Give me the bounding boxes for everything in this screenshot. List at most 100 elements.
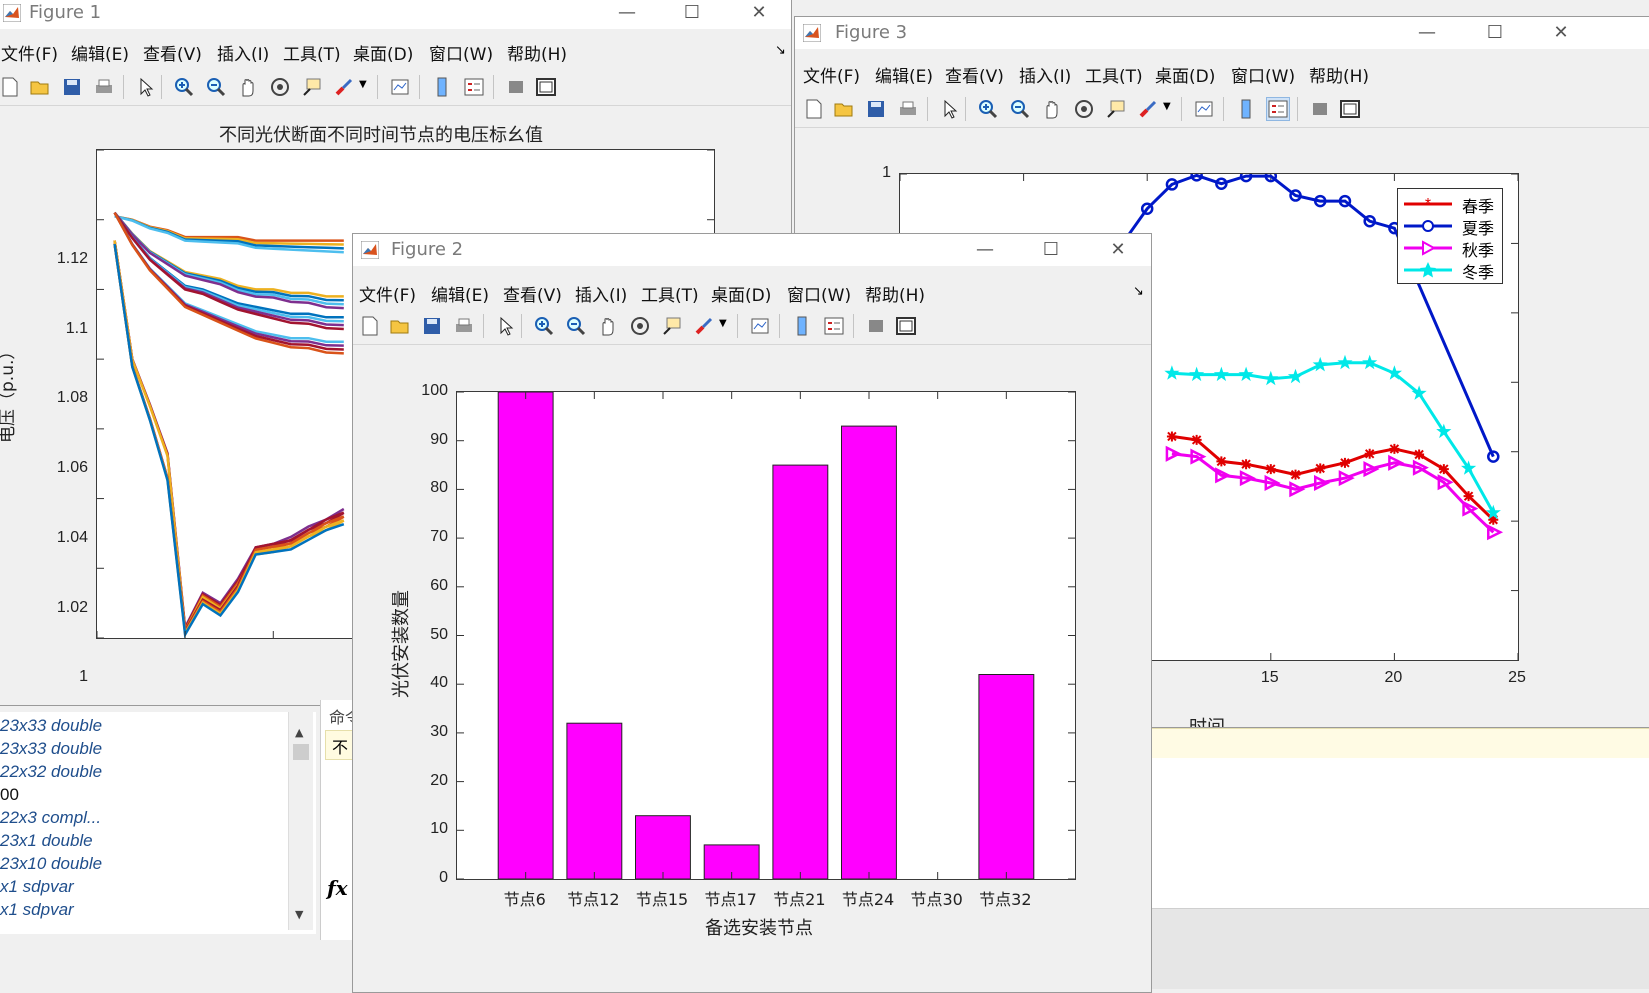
menu-view[interactable]: 查看(V) [945, 62, 1004, 87]
figure3-titlebar[interactable]: Figure 3 — ☐ ✕ [795, 17, 1649, 49]
minimize-button[interactable]: — [1415, 21, 1439, 45]
data-cursor-icon[interactable] [301, 76, 323, 98]
data-cursor-icon[interactable] [661, 315, 683, 337]
new-file-icon[interactable] [803, 98, 825, 120]
menu-desktop[interactable]: 桌面(D) [1155, 62, 1215, 87]
scroll-down-icon[interactable]: ▼ [295, 908, 303, 921]
new-file-icon[interactable] [0, 76, 21, 98]
minimize-button[interactable]: — [615, 1, 639, 25]
menu-edit[interactable]: 编辑(E) [875, 62, 933, 87]
zoom-out-icon[interactable] [565, 315, 587, 337]
menu-help[interactable]: 帮助(H) [507, 40, 567, 65]
menu-tools[interactable]: 工具(T) [1085, 62, 1143, 87]
menu-tools[interactable]: 工具(T) [283, 40, 341, 65]
pointer-icon[interactable] [495, 315, 517, 337]
print-icon[interactable] [897, 98, 919, 120]
zoom-in-icon[interactable] [173, 76, 195, 98]
pointer-icon[interactable] [939, 98, 961, 120]
menu-edit[interactable]: 编辑(E) [71, 40, 129, 65]
menu-window[interactable]: 窗口(W) [429, 40, 493, 65]
new-file-icon[interactable] [359, 315, 381, 337]
menu-insert[interactable]: 插入(I) [217, 40, 269, 65]
menu-help[interactable]: 帮助(H) [865, 281, 925, 306]
menu-insert[interactable]: 插入(I) [575, 281, 627, 306]
data-cursor-icon[interactable] [1105, 98, 1127, 120]
scroll-up-icon[interactable]: ▲ [295, 726, 303, 739]
brush-icon[interactable] [333, 76, 355, 98]
workspace-scrollbar[interactable]: ▲ ▼ [288, 712, 313, 930]
menu-insert[interactable]: 插入(I) [1019, 62, 1071, 87]
save-icon[interactable] [61, 76, 83, 98]
workspace-row[interactable]: 22x3 compl... [0, 808, 101, 828]
maximize-button[interactable]: ☐ [1039, 238, 1063, 262]
pan-hand-icon[interactable] [1041, 98, 1063, 120]
workspace-row[interactable]: 23x33 double [0, 739, 102, 759]
print-icon[interactable] [93, 76, 115, 98]
minimize-button[interactable]: — [973, 238, 997, 262]
menu-desktop[interactable]: 桌面(D) [711, 281, 771, 306]
menu-help[interactable]: 帮助(H) [1309, 62, 1369, 87]
close-button[interactable]: ✕ [747, 1, 771, 25]
workspace-row[interactable]: 22x32 double [0, 762, 102, 782]
workspace-row[interactable]: x1 sdpvar [0, 877, 74, 897]
zoom-in-icon[interactable] [533, 315, 555, 337]
colorbar-icon[interactable] [431, 76, 453, 98]
colorbar-icon[interactable] [1235, 98, 1257, 120]
dock-figure-icon[interactable] [535, 76, 557, 98]
colorbar-icon[interactable] [791, 315, 813, 337]
rotate-3d-icon[interactable] [1073, 98, 1095, 120]
hide-tools-icon[interactable] [865, 315, 887, 337]
rotate-3d-icon[interactable] [269, 76, 291, 98]
brush-dropdown-icon[interactable]: ▼ [1163, 101, 1171, 112]
hide-tools-icon[interactable] [1309, 98, 1331, 120]
save-icon[interactable] [421, 315, 443, 337]
figure2-titlebar[interactable]: Figure 2 — ☐ ✕ [353, 234, 1151, 266]
brush-dropdown-icon[interactable]: ▼ [359, 79, 367, 90]
rotate-3d-icon[interactable] [629, 315, 651, 337]
maximize-button[interactable]: ☐ [1483, 21, 1507, 45]
open-folder-icon[interactable] [29, 76, 51, 98]
brush-icon[interactable] [693, 315, 715, 337]
menu-file[interactable]: 文件(F) [803, 62, 860, 87]
close-button[interactable]: ✕ [1549, 21, 1573, 45]
workspace-row[interactable]: 23x10 double [0, 854, 102, 874]
pan-hand-icon[interactable] [597, 315, 619, 337]
maximize-button[interactable]: ☐ [680, 1, 704, 25]
link-plot-icon[interactable] [389, 76, 411, 98]
open-folder-icon[interactable] [833, 98, 855, 120]
menu-edit[interactable]: 编辑(E) [431, 281, 489, 306]
menu-file[interactable]: 文件(F) [1, 40, 58, 65]
zoom-out-icon[interactable] [1009, 98, 1031, 120]
menu-view[interactable]: 查看(V) [143, 40, 202, 65]
print-icon[interactable] [453, 315, 475, 337]
menu-tools[interactable]: 工具(T) [641, 281, 699, 306]
menu-view[interactable]: 查看(V) [503, 281, 562, 306]
close-button[interactable]: ✕ [1106, 238, 1130, 262]
scroll-thumb[interactable] [293, 744, 309, 760]
hide-tools-icon[interactable] [505, 76, 527, 98]
brush-icon[interactable] [1137, 98, 1159, 120]
brush-dropdown-icon[interactable]: ▼ [719, 318, 727, 329]
dock-figure-icon[interactable] [895, 315, 917, 337]
figure2-axes[interactable] [456, 391, 1076, 880]
dock-figure-icon[interactable] [1339, 98, 1361, 120]
menu-desktop[interactable]: 桌面(D) [353, 40, 413, 65]
figure1-titlebar[interactable]: Figure 1 — ☐ ✕ [0, 0, 791, 29]
workspace-row[interactable]: 23x33 double [0, 716, 102, 736]
zoom-in-icon[interactable] [977, 98, 999, 120]
dock-arrow-icon[interactable]: ↘ [1133, 284, 1144, 299]
open-folder-icon[interactable] [389, 315, 411, 337]
link-plot-icon[interactable] [749, 315, 771, 337]
legend-icon[interactable] [823, 315, 845, 337]
zoom-out-icon[interactable] [205, 76, 227, 98]
menu-file[interactable]: 文件(F) [359, 281, 416, 306]
workspace-row[interactable]: 00 [0, 785, 19, 805]
link-plot-icon[interactable] [1193, 98, 1215, 120]
figure3-legend[interactable]: * 春季 夏季 秋季 冬季 [1397, 188, 1503, 284]
pan-hand-icon[interactable] [237, 76, 259, 98]
workspace-row[interactable]: x1 sdpvar [0, 900, 74, 920]
pointer-icon[interactable] [135, 76, 157, 98]
menu-window[interactable]: 窗口(W) [787, 281, 851, 306]
dock-arrow-icon[interactable]: ↘ [775, 43, 786, 58]
save-icon[interactable] [865, 98, 887, 120]
